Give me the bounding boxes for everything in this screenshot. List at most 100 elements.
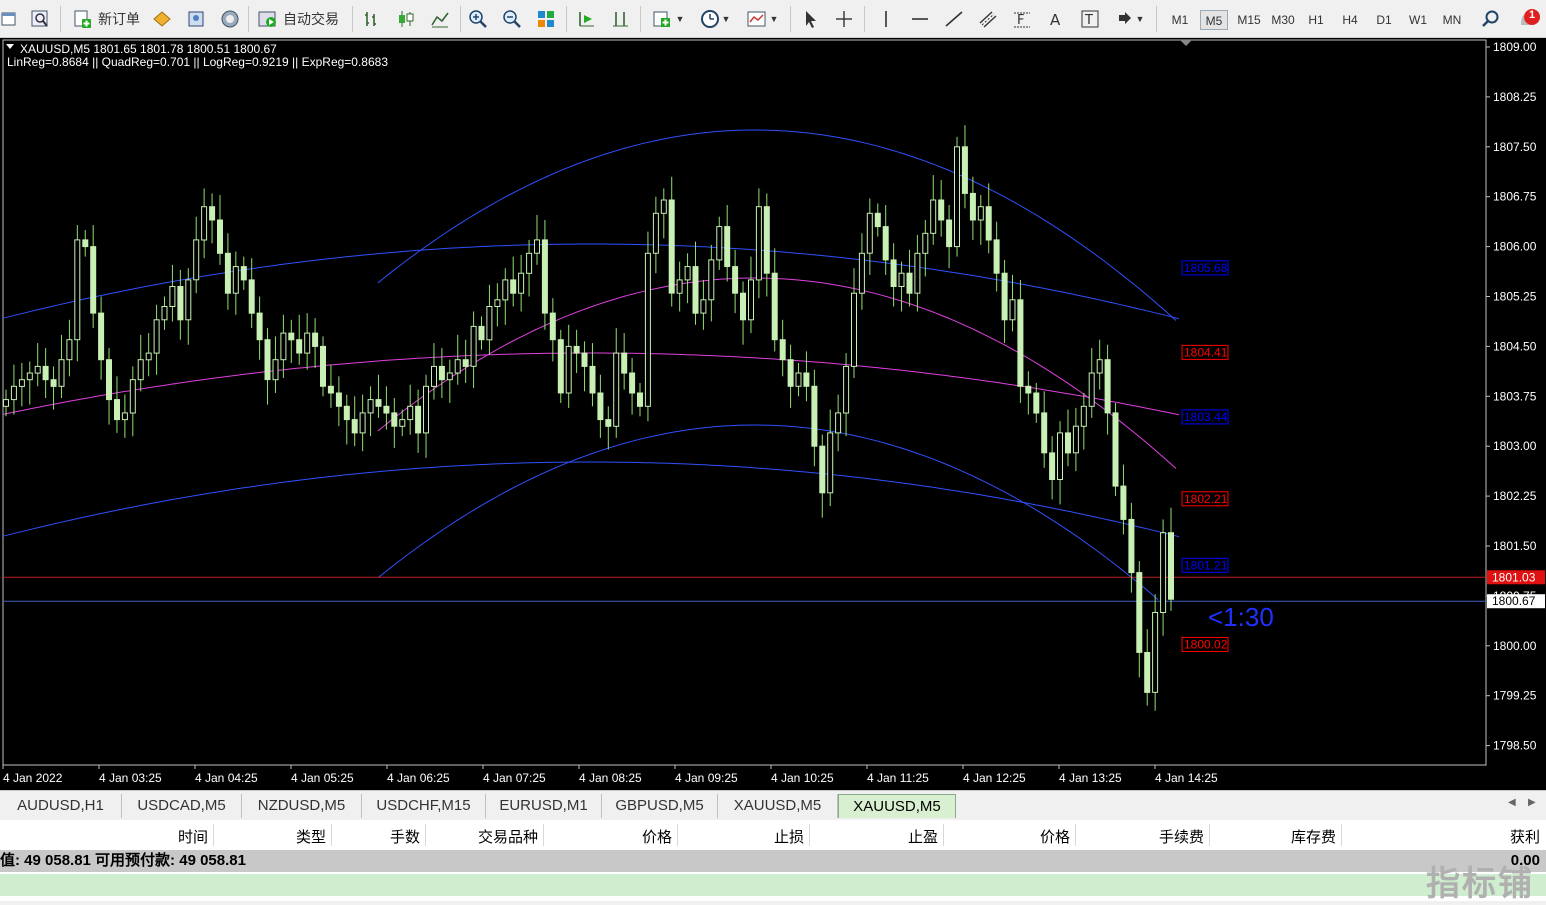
data-window-icon[interactable] [184, 6, 208, 32]
market-watch-icon[interactable] [150, 6, 174, 32]
time-tick-label: 4 Jan 07:25 [483, 771, 546, 785]
level-label: 1800.02 [1184, 637, 1228, 651]
candle [335, 392, 342, 407]
search-icon[interactable] [1478, 6, 1502, 32]
candle [906, 272, 913, 294]
text-icon[interactable]: A [1044, 6, 1068, 32]
candle [518, 272, 525, 294]
periods-dropdown[interactable]: ▼ [696, 6, 734, 32]
chart-shift-marker[interactable] [1180, 40, 1192, 46]
cursor-icon[interactable] [798, 6, 822, 32]
indicators-dropdown[interactable]: ▼ [648, 6, 688, 32]
candle [914, 252, 921, 294]
trendline-icon[interactable] [942, 6, 966, 32]
column-header[interactable]: 手数 [300, 826, 420, 847]
timeframe-m15-button[interactable]: M15 [1232, 10, 1266, 30]
chart-tab[interactable]: USDCHF,M15 [362, 794, 486, 818]
chart-tab[interactable]: XAUUSD,M5 [838, 794, 956, 818]
chart-shift-icon[interactable] [608, 6, 632, 32]
candle [407, 405, 414, 421]
chart-zoom-icon[interactable] [28, 6, 52, 32]
timeframe-w1-button[interactable]: W1 [1404, 10, 1432, 30]
candle [954, 146, 960, 248]
timeframe-mn-button[interactable]: MN [1438, 10, 1466, 30]
chart-tab[interactable]: EURUSD,M1 [486, 794, 602, 818]
chart-tab[interactable]: NZDUSD,M5 [242, 794, 362, 818]
candle [106, 359, 112, 401]
candle [351, 419, 358, 434]
candle [343, 405, 350, 421]
crosshair-icon[interactable] [832, 6, 856, 32]
arrows-dropdown[interactable]: ▼ [1112, 6, 1148, 32]
templates-dropdown[interactable]: ▼ [742, 6, 782, 32]
column-header[interactable]: 时间 [88, 826, 208, 847]
vertical-line-icon[interactable] [874, 6, 898, 32]
tile-windows-icon[interactable] [534, 6, 558, 32]
chart-canvas[interactable]: XAUUSD,M5 1801.65 1801.78 1800.51 1800.6… [0, 38, 1546, 790]
column-header[interactable]: 获利 [1420, 826, 1540, 847]
timeframe-m5-button[interactable]: M5 [1200, 10, 1228, 30]
column-header[interactable]: 交易品种 [418, 826, 538, 847]
candle [50, 379, 57, 387]
column-header[interactable]: 价格 [950, 826, 1070, 847]
candle [557, 339, 564, 394]
chart-tab[interactable]: USDCAD,M5 [122, 794, 242, 818]
plot-border [2, 39, 1487, 766]
timeframe-h4-button[interactable]: H4 [1336, 10, 1364, 30]
candle [438, 365, 445, 381]
bar-chart-icon[interactable] [360, 6, 384, 32]
new-order-button[interactable]: 新订单 [68, 6, 144, 32]
candle [312, 332, 319, 347]
tab-scroll-right-icon[interactable]: ▶ [1528, 797, 1536, 808]
timeframe-h1-button[interactable]: H1 [1302, 10, 1330, 30]
candle [90, 246, 97, 314]
autotrade-button[interactable]: 自动交易 [252, 6, 344, 32]
timeframe-d1-button[interactable]: D1 [1370, 10, 1398, 30]
text-label-icon[interactable]: T [1078, 6, 1102, 32]
window-icon[interactable] [0, 6, 18, 32]
candle [534, 239, 540, 254]
candle [478, 325, 485, 341]
candle [98, 312, 105, 361]
price-chart[interactable]: XAUUSD,M5 1801.65 1801.78 1800.51 1800.6… [0, 38, 1546, 790]
column-header[interactable]: 止盈 [818, 826, 938, 847]
zoom-out-icon[interactable] [500, 6, 524, 32]
zoom-in-icon[interactable] [466, 6, 490, 32]
navigator-icon[interactable] [218, 6, 242, 32]
candle [1017, 299, 1024, 387]
channel-icon[interactable] [976, 6, 1000, 32]
chart-menu-icon[interactable] [6, 44, 14, 49]
candle [161, 306, 168, 321]
column-header[interactable]: 价格 [552, 826, 672, 847]
candle [811, 385, 818, 447]
horizontal-line-icon[interactable] [908, 6, 932, 32]
candle [874, 212, 881, 228]
price-tick-label: 1809.00 [1493, 40, 1537, 54]
timeframe-m1-button[interactable]: M1 [1166, 10, 1194, 30]
line-chart-icon[interactable] [428, 6, 452, 32]
candle [597, 392, 604, 421]
candle [795, 372, 802, 387]
column-header[interactable]: 手续费 [1084, 826, 1204, 847]
timeframe-m30-button[interactable]: M30 [1266, 10, 1300, 30]
candle [462, 359, 469, 367]
price-tick-label: 1805.25 [1493, 290, 1537, 304]
fibonacci-icon[interactable]: F [1010, 6, 1034, 32]
candle [827, 432, 834, 494]
candle [890, 259, 897, 287]
level-label: 1805.68 [1184, 261, 1228, 275]
chart-tab[interactable]: AUDUSD,H1 [0, 794, 122, 818]
candle [676, 279, 683, 294]
candlestick-chart-icon[interactable] [394, 6, 418, 32]
candle [882, 226, 889, 261]
column-header[interactable]: 止损 [684, 826, 804, 847]
time-tick-label: 4 Jan 10:25 [771, 771, 834, 785]
chart-tab[interactable]: GBPUSD,M5 [602, 794, 718, 818]
column-header[interactable]: 库存费 [1216, 826, 1336, 847]
candle [10, 385, 17, 401]
auto-scroll-icon[interactable] [574, 6, 598, 32]
alerts-button[interactable]: 1 [1512, 6, 1542, 32]
chart-tab[interactable]: XAUUSD,M5 [718, 794, 838, 818]
tab-scroll-left-icon[interactable]: ◀ [1508, 797, 1516, 808]
time-tick-label: 4 Jan 2022 [3, 771, 63, 785]
